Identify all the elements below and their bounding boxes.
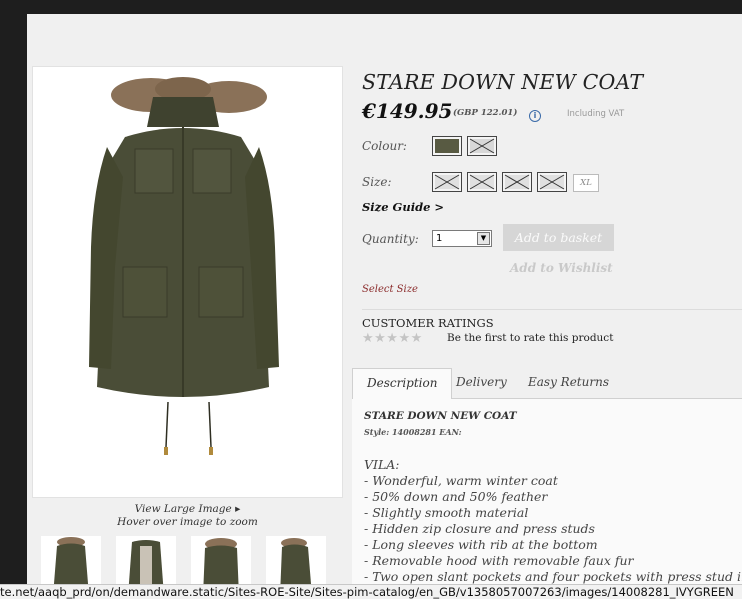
- size-option-xl[interactable]: XL: [573, 174, 599, 192]
- quantity-select[interactable]: 1 ▼: [432, 230, 492, 247]
- colour-label: Colour:: [362, 139, 407, 153]
- customer-ratings-heading: CUSTOMER RATINGS: [362, 316, 494, 330]
- list-item: - Two open slant pockets and four pocket…: [364, 569, 742, 584]
- main-product-image[interactable]: [32, 66, 343, 498]
- product-info-tabs: Description Delivery Easy Returns: [352, 368, 742, 400]
- tab-description[interactable]: Description: [352, 368, 453, 400]
- description-title: STARE DOWN NEW COAT: [364, 410, 517, 422]
- product-price: €149.95: [362, 99, 453, 123]
- size-option-1[interactable]: [432, 172, 462, 192]
- product-title: STARE DOWN NEW COAT: [362, 70, 644, 94]
- rate-product-link[interactable]: Be the first to rate this product: [447, 332, 613, 344]
- list-item: VILA:: [364, 457, 400, 472]
- list-item: - Long sleeves with rib at the bottom: [364, 537, 598, 552]
- list-item: - 50% down and 50% feather: [364, 489, 548, 504]
- list-item: - Removable hood with removable faux fur: [364, 553, 634, 568]
- star-rating-icon[interactable]: ★★★★★: [362, 331, 423, 346]
- divider: [362, 309, 742, 310]
- quantity-label: Quantity:: [362, 232, 419, 246]
- size-option-3[interactable]: [502, 172, 532, 192]
- size-label: Size:: [362, 175, 392, 189]
- tab-easy-returns[interactable]: Easy Returns: [514, 368, 623, 399]
- list-item: - Slightly smooth material: [364, 505, 529, 520]
- quantity-value: 1: [436, 233, 443, 244]
- size-guide-link[interactable]: Size Guide >: [362, 200, 444, 214]
- chevron-down-icon[interactable]: ▼: [477, 232, 490, 245]
- list-item: - Wonderful, warm winter coat: [364, 473, 558, 488]
- add-to-wishlist-link[interactable]: Add to Wishlist: [510, 261, 613, 275]
- coat-illustration: [89, 77, 279, 455]
- description-list: VILA: - Wonderful, warm winter coat - 50…: [364, 457, 742, 585]
- add-to-basket-button[interactable]: Add to basket: [503, 224, 614, 251]
- price-gbp: (GBP 122.01): [453, 108, 518, 118]
- hover-zoom-hint: Hover over image to zoom: [117, 516, 258, 528]
- colour-swatch-unavailable[interactable]: [467, 136, 497, 156]
- description-panel: STARE DOWN NEW COAT Style: 14008281 EAN:…: [352, 399, 742, 599]
- size-option-4[interactable]: [537, 172, 567, 192]
- select-size-notice: Select Size: [362, 284, 418, 295]
- colour-swatch-green[interactable]: [432, 136, 462, 156]
- list-item: - Hidden zip closure and press studs: [364, 521, 595, 536]
- browser-status-bar: te.net/aaqb_prd/on/demandware.static/Sit…: [0, 584, 742, 599]
- style-code: Style: 14008281 EAN:: [364, 427, 462, 437]
- info-icon[interactable]: i: [529, 110, 541, 122]
- vat-note: Including VAT: [567, 109, 625, 119]
- product-page: View Large Image ▸ Hover over image to z…: [27, 14, 742, 599]
- tab-delivery[interactable]: Delivery: [442, 368, 521, 399]
- view-large-image-link[interactable]: View Large Image ▸: [32, 503, 343, 515]
- size-option-2[interactable]: [467, 172, 497, 192]
